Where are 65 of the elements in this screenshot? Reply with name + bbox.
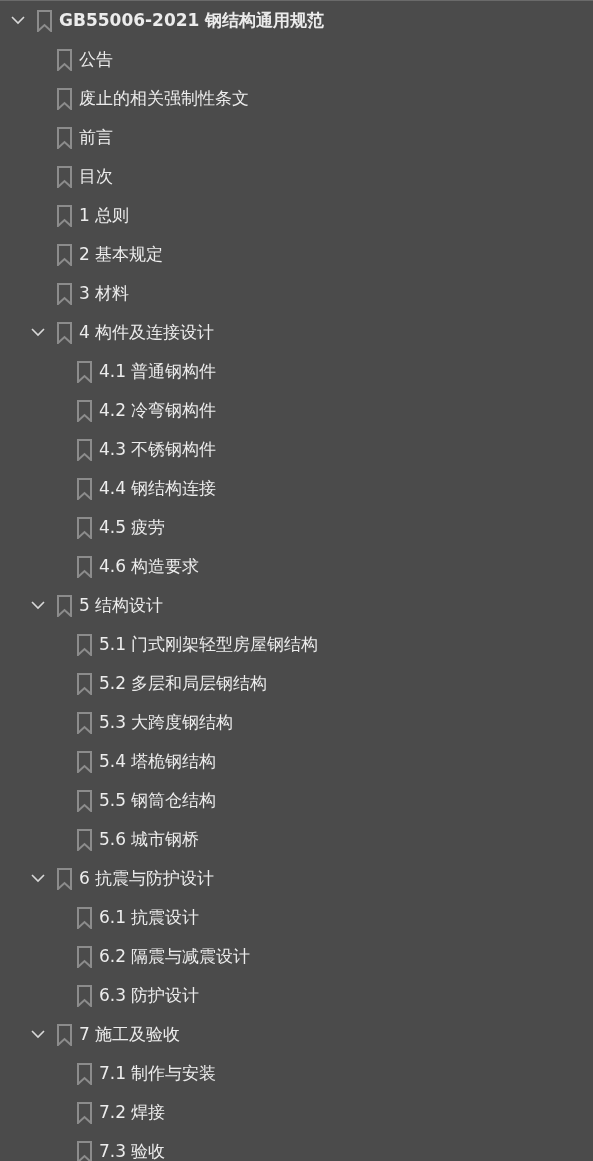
chevron-icon[interactable] [31, 1030, 45, 1039]
bookmark-label[interactable]: 5.2 多层和局层钢结构 [99, 672, 268, 695]
bookmark-icon [57, 87, 72, 110]
chevron-icon[interactable] [31, 328, 45, 337]
bookmark-label[interactable]: 4.3 不锈钢构件 [99, 438, 217, 461]
bookmark-icon [77, 984, 92, 1007]
chevron-icon[interactable] [11, 16, 25, 25]
bookmark-icon [77, 477, 92, 500]
bookmark-label[interactable]: 7.1 制作与安装 [99, 1062, 217, 1085]
bookmark-label[interactable]: 废止的相关强制性条文 [79, 87, 249, 110]
bookmark-icon [57, 1023, 72, 1046]
bookmark-label[interactable]: 4.6 构造要求 [99, 555, 200, 578]
bookmark-label[interactable]: 4.2 冷弯钢构件 [99, 399, 217, 422]
bookmark-icon [77, 399, 92, 422]
bookmark-label[interactable]: 6 抗震与防护设计 [79, 867, 215, 890]
bookmark-label[interactable]: 6.1 抗震设计 [99, 906, 200, 929]
bookmark-icon [77, 555, 92, 578]
bookmark-icon [77, 516, 92, 539]
bookmark-icon [77, 438, 92, 461]
bookmark-icon [57, 867, 72, 890]
bookmark-label[interactable]: 7.2 焊接 [99, 1101, 166, 1124]
bookmark-label[interactable]: 5.3 大跨度钢结构 [99, 711, 234, 734]
bookmark-icon [77, 1101, 92, 1124]
bookmark-label[interactable]: 前言 [79, 126, 113, 149]
bookmark-label[interactable]: 5.5 钢筒仓结构 [99, 789, 217, 812]
bookmark-icon [77, 906, 92, 929]
bookmark-label[interactable]: 2 基本规定 [79, 243, 164, 266]
bookmark-icon [77, 828, 92, 851]
bookmark-icon [57, 243, 72, 266]
chevron-icon[interactable] [31, 874, 45, 883]
bookmark-label[interactable]: 7 施工及验收 [79, 1023, 181, 1046]
bookmark-icon [77, 1062, 92, 1085]
bookmark-label[interactable]: 4.1 普通钢构件 [99, 360, 217, 383]
bookmark-label[interactable]: 6.2 隔震与减震设计 [99, 945, 251, 968]
bookmark-icon [77, 789, 92, 812]
bookmark-icon [57, 282, 72, 305]
bookmark-icon [57, 126, 72, 149]
bookmark-label[interactable]: 目次 [79, 165, 113, 188]
bookmark-icon [57, 594, 72, 617]
bookmark-label[interactable]: GB55006-2021 钢结构通用规范 [59, 9, 325, 32]
chevron-icon[interactable] [31, 601, 45, 610]
bookmark-label[interactable]: 4.4 钢结构连接 [99, 477, 217, 500]
bookmark-icon [57, 48, 72, 71]
bookmark-label[interactable]: 5.6 城市钢桥 [99, 828, 200, 851]
bookmark-icon [77, 750, 92, 773]
bookmark-icon [77, 672, 92, 695]
bookmark-icon [57, 204, 72, 227]
bookmark-icon [37, 9, 52, 32]
bookmark-icon [77, 1140, 92, 1161]
bookmark-icon [77, 360, 92, 383]
bookmark-label[interactable]: 公告 [79, 48, 113, 71]
bookmark-label[interactable]: 1 总则 [79, 204, 130, 227]
bookmark-label[interactable]: 5.4 塔桅钢结构 [99, 750, 217, 773]
bookmark-label[interactable]: 6.3 防护设计 [99, 984, 200, 1007]
bookmark-label[interactable]: 5 结构设计 [79, 594, 164, 617]
bookmark-label[interactable]: 4 构件及连接设计 [79, 321, 215, 344]
bookmark-icon [77, 711, 92, 734]
bookmark-icon [57, 321, 72, 344]
bookmark-label[interactable]: 4.5 疲劳 [99, 516, 166, 539]
bookmark-icon [77, 945, 92, 968]
bookmark-label[interactable]: 7.3 验收 [99, 1140, 166, 1161]
bookmark-icon [57, 165, 72, 188]
bookmark-icon [77, 633, 92, 656]
bookmark-label[interactable]: 3 材料 [79, 282, 130, 305]
bookmark-label[interactable]: 5.1 门式刚架轻型房屋钢结构 [99, 633, 319, 656]
